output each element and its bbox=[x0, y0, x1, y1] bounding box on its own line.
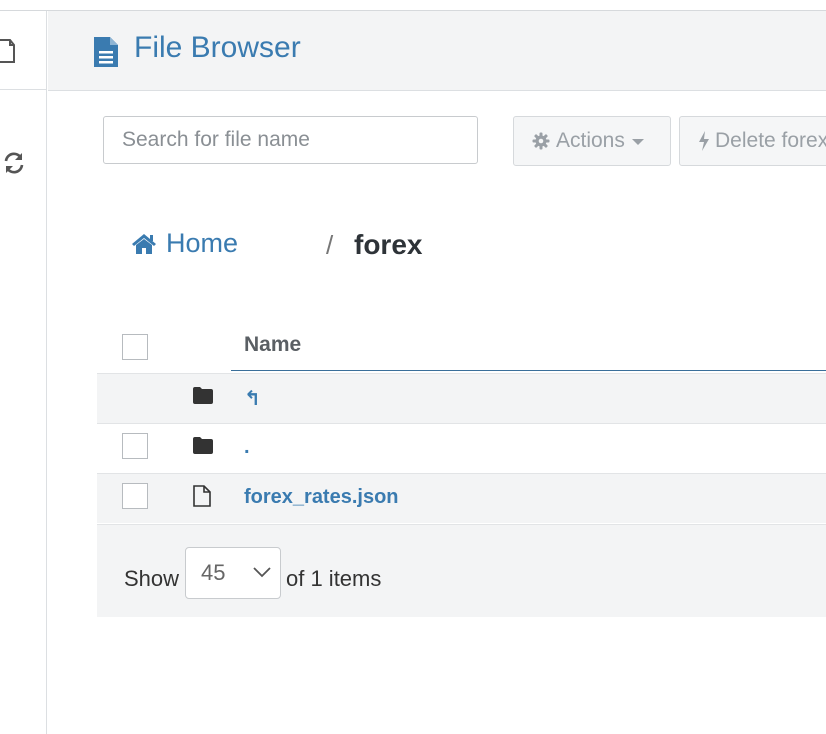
table-row[interactable]: . bbox=[97, 423, 826, 473]
top-border bbox=[0, 0, 826, 11]
file-link[interactable]: forex_rates.json bbox=[244, 486, 399, 509]
refresh-icon[interactable] bbox=[2, 151, 26, 180]
parent-directory-link[interactable]: ↰ bbox=[244, 386, 261, 411]
pagination-footer: Show 45 of 1 items bbox=[97, 524, 826, 617]
column-header-name[interactable]: Name bbox=[244, 333, 301, 357]
gear-icon bbox=[532, 132, 550, 150]
breadcrumb-home-label: Home bbox=[166, 228, 239, 258]
breadcrumb-current: forex bbox=[354, 229, 423, 260]
row-checkbox[interactable] bbox=[122, 483, 148, 509]
actions-button[interactable]: Actions bbox=[513, 116, 671, 166]
folder-icon bbox=[193, 437, 213, 459]
select-all-checkbox[interactable] bbox=[122, 334, 148, 360]
home-icon bbox=[132, 233, 156, 254]
bolt-icon bbox=[698, 131, 710, 151]
delete-label: Delete forex bbox=[715, 129, 826, 152]
page-title: File Browser bbox=[134, 31, 301, 64]
search-input[interactable] bbox=[103, 116, 478, 164]
files-icon[interactable] bbox=[0, 37, 16, 70]
sidebar-divider bbox=[0, 89, 46, 90]
chevron-down-icon bbox=[253, 567, 271, 578]
show-label: Show bbox=[124, 566, 180, 591]
page-size-select[interactable]: 45 bbox=[185, 547, 281, 599]
file-icon bbox=[92, 35, 120, 74]
actions-label: Actions bbox=[556, 129, 625, 152]
chevron-down-icon bbox=[631, 139, 644, 145]
delete-button[interactable]: Delete forex bbox=[679, 116, 826, 166]
folder-icon bbox=[193, 387, 213, 409]
breadcrumb-home[interactable]: Home bbox=[131, 228, 238, 259]
table-row[interactable]: ↰ bbox=[97, 373, 826, 423]
table-row[interactable]: forex_rates.json bbox=[97, 473, 826, 523]
left-sidebar bbox=[0, 11, 47, 734]
page-size-value: 45 bbox=[201, 560, 226, 585]
app-header: File Browser bbox=[48, 11, 826, 91]
row-checkbox[interactable] bbox=[122, 433, 148, 459]
breadcrumb-separator: / bbox=[326, 230, 334, 260]
file-outline-icon bbox=[193, 485, 211, 512]
header-underline bbox=[231, 370, 826, 371]
items-count-label: of 1 items bbox=[286, 566, 382, 591]
current-directory-link[interactable]: . bbox=[244, 436, 250, 459]
